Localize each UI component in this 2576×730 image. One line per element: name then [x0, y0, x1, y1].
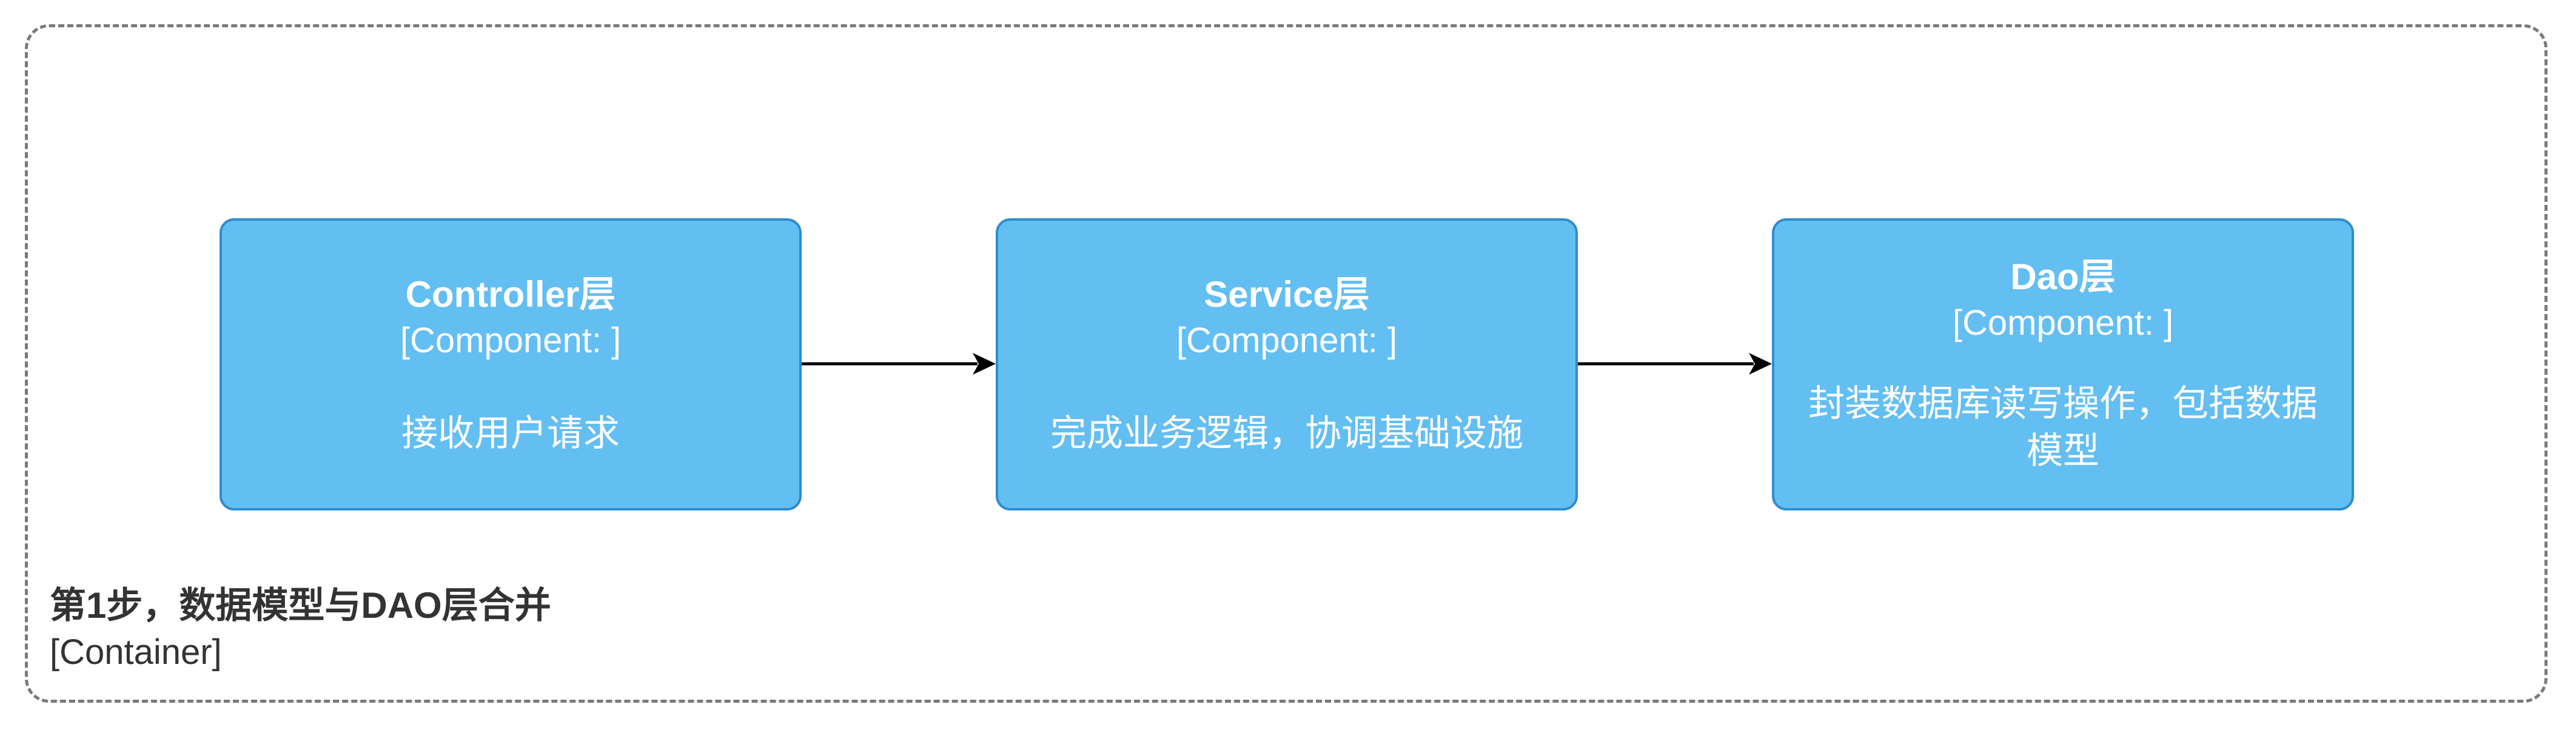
container-label: 第1步，数据模型与DAO层合并 [Container]: [50, 582, 551, 675]
arrow-controller-to-service[interactable]: [802, 353, 996, 375]
container-name: 第1步，数据模型与DAO层合并: [50, 585, 551, 626]
container-type: [Container]: [50, 632, 222, 672]
arrow-service-to-dao[interactable]: [1578, 353, 1772, 375]
